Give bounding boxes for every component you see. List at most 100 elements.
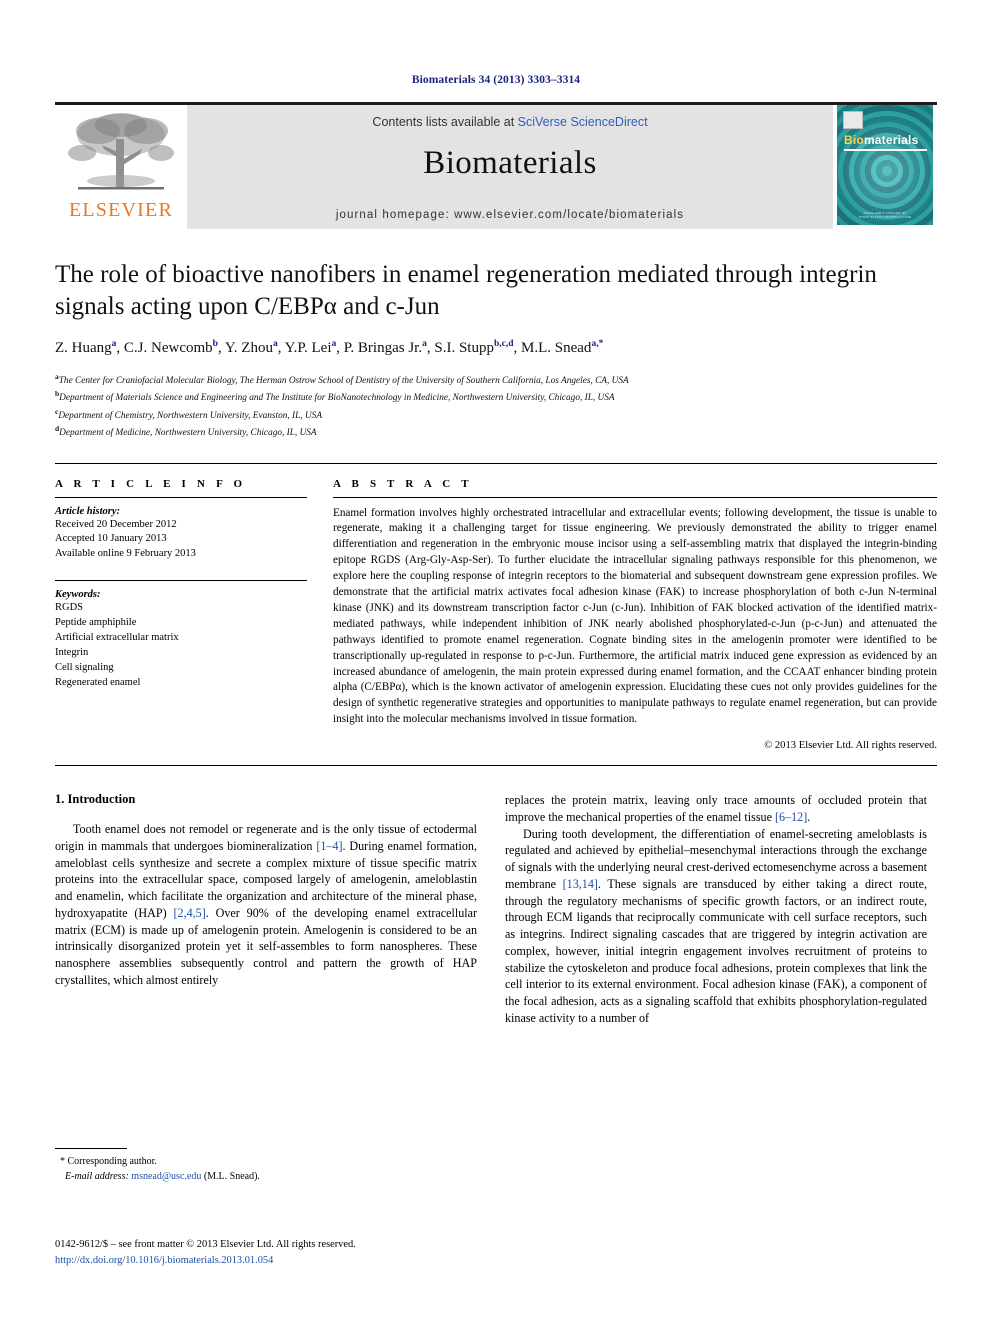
citation-link[interactable]: [6–12] [775, 810, 807, 824]
body-paragraph: Tooth enamel does not remodel or regener… [55, 821, 477, 988]
citation-link[interactable]: [13,14] [563, 877, 598, 891]
cover-title-bio: Bio [844, 133, 864, 147]
corresponding-label: Corresponding author. [67, 1156, 157, 1167]
email-link[interactable]: msnead@usc.edu [131, 1171, 201, 1182]
author-item: P. Bringas Jr.a [343, 339, 427, 356]
author-name: Y.P. Lei [284, 340, 332, 356]
affiliation-item: dDepartment of Medicine, Northwestern Un… [55, 423, 937, 441]
paragraph-text: replaces the protein matrix, leaving onl… [505, 793, 927, 824]
cover-rule [844, 149, 927, 151]
journal-homepage-link[interactable]: journal homepage: www.elsevier.com/locat… [187, 209, 833, 221]
email-owner: (M.L. Snead). [203, 1171, 260, 1182]
body-paragraph: replaces the protein matrix, leaving onl… [505, 792, 927, 825]
article-history-item: Accepted 10 January 2013 [55, 533, 167, 545]
author-name: C.J. Newcomb [123, 340, 213, 356]
article-history-item: Available online 9 February 2013 [55, 548, 196, 560]
publisher-name: ELSEVIER [68, 199, 174, 221]
page-footer: 0142-9612/$ – see front matter © 2013 El… [55, 1237, 615, 1268]
banner-center: Contents lists available at SciVerse Sci… [187, 105, 833, 229]
author-item: Y. Zhoua [224, 339, 278, 356]
affiliation-list: aThe Center for Craniofacial Molecular B… [55, 371, 937, 441]
email-label: E-mail address: [65, 1171, 129, 1182]
journal-title: Biomaterials [423, 145, 597, 181]
author-name: S.I. Stupp [434, 340, 494, 356]
keywords-block: Keywords: RGDS Peptide amphiphile Artifi… [55, 580, 307, 690]
page-title: The role of bioactive nanofibers in enam… [55, 261, 877, 320]
author-name: Z. Huang [55, 340, 112, 356]
keyword-item: Integrin [55, 646, 89, 658]
doi-link[interactable]: http://dx.doi.org/10.1016/j.biomaterials… [55, 1253, 615, 1269]
keywords-label: Keywords: [55, 589, 101, 601]
affiliation-text: Department of Chemistry, Northwestern Un… [58, 410, 322, 421]
article-info-column: A R T I C L E I N F O Article history: R… [55, 478, 307, 752]
author-item: Y.P. Leia [284, 339, 337, 356]
corresponding-author-line: * Corresponding author. [55, 1154, 477, 1169]
citation-link[interactable]: [1–4] [316, 839, 342, 853]
affiliation-text: Department of Materials Science and Engi… [59, 393, 615, 404]
affiliation-item: cDepartment of Chemistry, Northwestern U… [55, 406, 937, 424]
abstract-copyright: © 2013 Elsevier Ltd. All rights reserved… [764, 740, 937, 752]
author-name: Y. Zhou [224, 340, 273, 356]
author-affil-marker: a [422, 339, 427, 349]
keyword-item: Regenerated enamel [55, 676, 141, 688]
article-history-item: Received 20 December 2012 [55, 518, 177, 530]
cover-title: Biomaterials [844, 133, 918, 147]
body-columns: 1. Introduction Tooth enamel does not re… [55, 792, 937, 1026]
contents-prefix: Contents lists available at [372, 115, 518, 129]
running-head: Biomaterials 34 (2013) 3303–3314 [411, 74, 581, 86]
article-history-label: Article history: [55, 505, 121, 517]
author-affil-marker: b,c,d [493, 339, 514, 349]
info-abstract-area: A R T I C L E I N F O Article history: R… [55, 462, 937, 752]
affiliation-item: bDepartment of Materials Science and Eng… [55, 388, 937, 406]
keyword-item: Peptide amphiphile [55, 617, 137, 629]
cover-footer-text: AVAILABLE ONLINE AT WWW.SCIENCEDIRECT.CO… [858, 211, 912, 219]
author-item: M.L. Sneada,* [521, 339, 604, 356]
journal-cover-thumbnail: Biomaterials AVAILABLE ONLINE AT WWW.SCI… [837, 105, 933, 225]
paper-page: Biomaterials 34 (2013) 3303–3314 ELSEVIE… [0, 0, 992, 1323]
author-item: C.J. Newcombb [123, 339, 218, 356]
paragraph-text: . [807, 809, 811, 824]
section-heading-introduction: 1. Introduction [55, 792, 136, 807]
body-column-left: 1. Introduction Tooth enamel does not re… [55, 792, 477, 1026]
journal-cover-container: Biomaterials AVAILABLE ONLINE AT WWW.SCI… [833, 105, 937, 229]
author-name: M.L. Snead [521, 340, 592, 356]
author-affil-marker: a [272, 339, 278, 349]
author-name: P. Bringas Jr. [343, 340, 423, 356]
title-block: The role of bioactive nanofibers in enam… [55, 259, 937, 441]
affiliation-text: Department of Medicine, Northwestern Uni… [59, 428, 317, 439]
cover-elsevier-mark-icon [843, 111, 863, 129]
author-affil-marker: b [212, 339, 218, 349]
corresponding-author-footnote: * Corresponding author. E-mail address: … [55, 1148, 477, 1184]
divider [55, 765, 937, 767]
keyword-item: Artificial extracellular matrix [55, 632, 179, 644]
article-info-heading: A R T I C L E I N F O [55, 477, 247, 490]
divider [55, 1148, 127, 1149]
publisher-logo: ELSEVIER [55, 105, 187, 229]
affiliation-text: The Center for Craniofacial Molecular Bi… [58, 375, 629, 386]
author-item: Z. Huanga [55, 339, 117, 356]
affiliation-item: aThe Center for Craniofacial Molecular B… [55, 371, 937, 389]
keyword-item: Cell signaling [55, 661, 114, 673]
divider [55, 580, 307, 582]
sciencedirect-link[interactable]: SciVerse ScienceDirect [518, 115, 648, 129]
author-item: S.I. Stuppb,c,d [434, 339, 514, 356]
author-affil-marker: a [331, 339, 337, 349]
email-line: E-mail address: msnead@usc.edu (M.L. Sne… [55, 1169, 477, 1184]
corresponding-marker: * [60, 1156, 65, 1167]
author-affil-marker: a,* [591, 339, 604, 349]
author-list: Z. Huanga, C.J. Newcombb, Y. Zhoua, Y.P.… [55, 339, 604, 356]
keyword-item: RGDS [55, 602, 84, 614]
citation-link[interactable]: [2,4,5] [174, 906, 206, 920]
author-affil-marker: a [111, 339, 117, 349]
abstract-text: Enamel formation involves highly orchest… [333, 506, 937, 726]
cover-title-rest: materials [863, 133, 919, 147]
abstract-heading: A B S T R A C T [333, 477, 473, 490]
body-paragraph: During tooth development, the differenti… [505, 826, 927, 1027]
abstract-column: A B S T R A C T Enamel formation involve… [333, 477, 937, 752]
journal-banner: ELSEVIER Contents lists available at Sci… [55, 102, 937, 229]
elsevier-tree-icon [68, 113, 174, 190]
body-column-right: replaces the protein matrix, leaving onl… [505, 792, 927, 1026]
issn-copyright-line: 0142-9612/$ – see front matter © 2013 El… [55, 1239, 356, 1250]
paragraph-text: . These signals are transduced by either… [505, 876, 928, 1025]
divider [333, 496, 937, 498]
